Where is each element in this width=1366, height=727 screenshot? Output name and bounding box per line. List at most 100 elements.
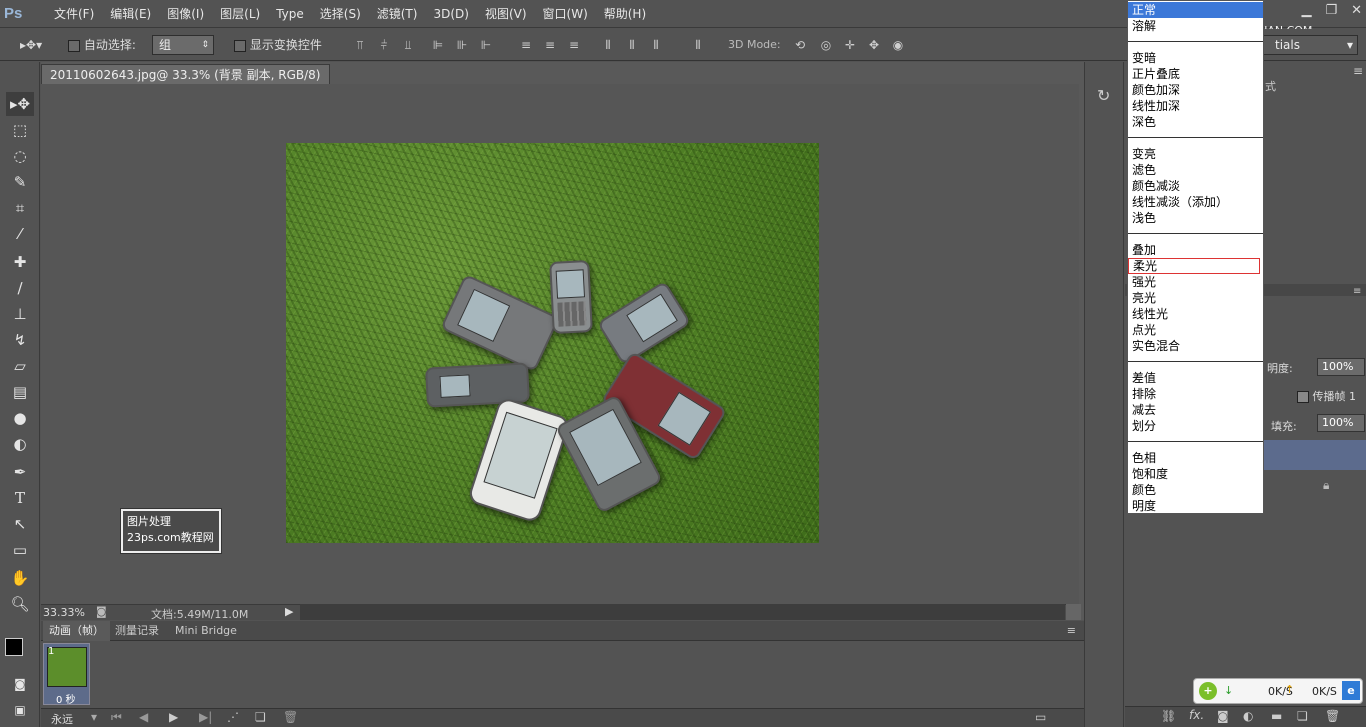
pen-tool-icon[interactable]: ✒ — [6, 460, 34, 484]
eyedropper-tool-icon[interactable]: ⁄ — [6, 222, 34, 246]
blend-mode-option[interactable]: 线性减淡（添加） — [1132, 194, 1228, 210]
menu-item[interactable]: 文件(F) — [46, 0, 102, 28]
blend-mode-option[interactable]: 变亮 — [1132, 146, 1156, 162]
blend-mode-option[interactable]: 明度 — [1132, 498, 1156, 514]
menu-item[interactable]: 滤镜(T) — [369, 0, 426, 28]
timeline-convert-icon[interactable]: ▭ — [1035, 710, 1046, 724]
status-arrow-icon[interactable]: ▶ — [285, 605, 293, 618]
distribute-top-icon[interactable]: ≡ — [518, 37, 534, 53]
blend-mode-option[interactable]: 叠加 — [1132, 242, 1156, 258]
fill-field[interactable]: 100% — [1317, 414, 1365, 432]
blend-mode-option[interactable]: 颜色减淡 — [1132, 178, 1180, 194]
blend-mode-option[interactable]: 排除 — [1132, 386, 1156, 402]
3d-slide-icon[interactable]: ✥ — [866, 37, 882, 53]
selected-layer-row[interactable] — [1263, 440, 1366, 470]
foreground-color-swatch[interactable] — [5, 638, 23, 656]
move-tool-icon[interactable]: ▸✥ — [6, 92, 34, 116]
menu-item[interactable]: 图像(I) — [159, 0, 212, 28]
type-tool-icon[interactable]: T — [6, 486, 34, 510]
blend-mode-option[interactable]: 深色 — [1132, 114, 1156, 130]
blend-mode-option[interactable]: 减去 — [1132, 402, 1156, 418]
move-tool-icon[interactable]: ▸✥▾ — [20, 35, 42, 55]
3d-pan-icon[interactable]: ✛ — [842, 37, 858, 53]
3d-rotate-icon[interactable]: ⟲ — [792, 37, 808, 53]
trash-icon[interactable]: 🗑︎ — [1325, 709, 1340, 723]
blend-mode-dropdown[interactable]: 正常 溶解变暗 正片叠底 颜色加深 线性加深 深色变亮 滤色 颜色减淡 线性减淡（添加） 浅色叠加… — [1127, 0, 1264, 514]
quick-select-tool-icon[interactable]: ✎ — [6, 170, 34, 194]
new-layer-icon[interactable]: ❏ — [1297, 709, 1308, 723]
tab-mini-bridge[interactable]: Mini Bridge — [169, 621, 243, 641]
align-right-icon[interactable]: ⊩ — [478, 37, 494, 53]
panel-tab-style[interactable]: 式 — [1265, 78, 1276, 94]
distribute-bottom-icon[interactable]: ≡ — [566, 37, 582, 53]
shape-tool-icon[interactable]: ▭ — [6, 538, 34, 562]
align-left-icon[interactable]: ⊫ — [430, 37, 446, 53]
blend-mode-option[interactable]: 溶解 — [1132, 18, 1156, 34]
align-bottom-icon[interactable]: ⫫ — [400, 37, 416, 53]
opacity-field[interactable]: 100% — [1317, 358, 1365, 376]
blend-mode-option[interactable]: 正片叠底 — [1132, 66, 1180, 82]
align-vcenter-icon[interactable]: ⫩ — [376, 37, 392, 53]
blend-mode-option[interactable]: 柔光 — [1128, 258, 1260, 274]
hand-tool-icon[interactable]: ✋ — [6, 566, 34, 590]
prev-frame-icon[interactable]: ◀ — [139, 710, 148, 724]
browser-icon[interactable]: e — [1342, 681, 1360, 700]
blend-mode-option[interactable]: 正常 — [1128, 2, 1263, 18]
loop-select[interactable]: 永远 — [51, 711, 73, 727]
canvas-photo[interactable] — [286, 143, 819, 543]
mask-icon[interactable]: ◙ — [1217, 709, 1229, 723]
auto-select-checkbox[interactable] — [68, 39, 80, 52]
horizontal-scrollbar[interactable] — [300, 604, 1065, 620]
play-icon[interactable]: ▶ — [169, 710, 178, 724]
propagate-frame-checkbox[interactable] — [1297, 391, 1309, 403]
blend-mode-option[interactable]: 滤色 — [1132, 162, 1156, 178]
lasso-tool-icon[interactable]: ◌ — [6, 144, 34, 168]
auto-select-dropdown[interactable]: 组 ⇕ — [152, 35, 214, 55]
auto-align-icon[interactable]: ⫴ — [690, 37, 706, 53]
blend-mode-option[interactable]: 变暗 — [1132, 50, 1156, 66]
blend-mode-option[interactable]: 线性光 — [1132, 306, 1168, 322]
menu-item[interactable]: Type — [268, 0, 312, 28]
blur-tool-icon[interactable]: ● — [6, 406, 34, 430]
3d-roll-icon[interactable]: ◎ — [818, 37, 834, 53]
folder-icon[interactable]: ▬ — [1271, 709, 1282, 723]
blend-mode-option[interactable]: 线性加深 — [1132, 98, 1180, 114]
3d-scale-icon[interactable]: ◉ — [890, 37, 906, 53]
tab-measurement-log[interactable]: 测量记录 — [109, 621, 165, 641]
screen-mode-icon[interactable]: ▣ — [6, 698, 34, 722]
quick-mask-icon[interactable]: ◙ — [6, 672, 34, 696]
blend-mode-option[interactable]: 亮光 — [1132, 290, 1156, 306]
path-select-tool-icon[interactable]: ↖ — [6, 512, 34, 536]
eraser-tool-icon[interactable]: ▱ — [6, 354, 34, 378]
blend-mode-option[interactable]: 颜色加深 — [1132, 82, 1180, 98]
chevron-down-icon[interactable]: ▾ — [91, 710, 97, 724]
menu-item[interactable]: 3D(D) — [425, 0, 476, 28]
blend-mode-option[interactable]: 浅色 — [1132, 210, 1156, 226]
panel-menu-icon[interactable]: ≡ — [1353, 64, 1363, 78]
align-top-icon[interactable]: ⫪ — [352, 37, 368, 53]
tween-icon[interactable]: ⋰ — [227, 710, 239, 724]
dodge-tool-icon[interactable]: ◐ — [6, 432, 34, 456]
zoom-tool-icon[interactable]: 🔍︎ — [6, 592, 34, 616]
workspace-selector[interactable]: tials ▾ — [1262, 35, 1358, 55]
blend-mode-option[interactable]: 划分 — [1132, 418, 1156, 434]
first-frame-icon[interactable]: ⏮ — [111, 710, 122, 725]
menu-item[interactable]: 图层(L) — [212, 0, 268, 28]
distribute-hcenter-icon[interactable]: ⦀ — [624, 37, 640, 53]
history-panel-icon[interactable]: ↻ — [1097, 86, 1110, 105]
zoom-level[interactable]: 33.33% — [43, 606, 85, 619]
delete-frame-icon[interactable]: 🗑︎ — [283, 710, 298, 724]
show-transform-checkbox[interactable] — [234, 39, 246, 52]
document-tab[interactable]: 20110602643.jpg@ 33.3% (背景 副本, RGB/8) *× — [41, 64, 330, 102]
distribute-vcenter-icon[interactable]: ≡ — [542, 37, 558, 53]
blend-mode-option[interactable]: 差值 — [1132, 370, 1156, 386]
brush-tool-icon[interactable]: ∕ — [6, 276, 34, 300]
adjustment-icon[interactable]: ◐ — [1243, 709, 1253, 723]
blend-mode-option[interactable]: 点光 — [1132, 322, 1156, 338]
gradient-tool-icon[interactable]: ▤ — [6, 380, 34, 404]
distribute-right-icon[interactable]: ⦀ — [648, 37, 664, 53]
show-transform-option[interactable]: 显示变换控件 — [234, 35, 322, 55]
align-hcenter-icon[interactable]: ⊪ — [454, 37, 470, 53]
menu-item[interactable]: 帮助(H) — [596, 0, 654, 28]
minimize-icon[interactable]: ▁ — [1301, 0, 1311, 22]
